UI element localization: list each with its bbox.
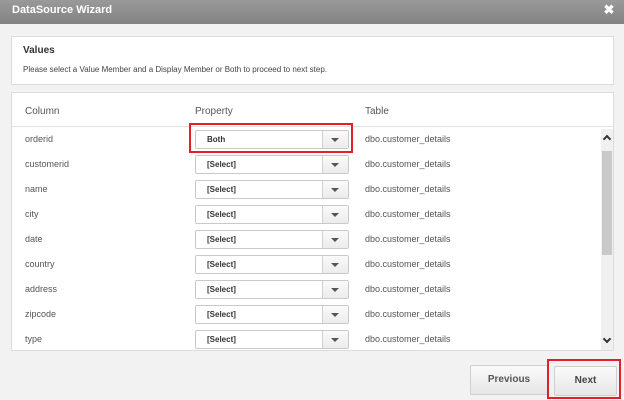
property-select-value: [Select] [207,335,236,344]
chevron-up-icon [602,134,612,144]
property-select-value: [Select] [207,285,236,294]
section-heading: Values [23,45,55,56]
row-column-name: name [25,184,48,194]
dropdown-button[interactable] [322,281,348,298]
property-select-value: [Select] [207,235,236,244]
property-select[interactable]: [Select] [195,305,349,324]
section-description: Please select a Value Member and a Displ… [23,65,328,74]
table-header: Table [365,106,389,117]
row-table-name: dbo.customer_details [365,334,451,344]
vertical-scrollbar[interactable] [601,129,613,350]
chevron-down-icon [331,263,339,267]
property-select[interactable]: [Select] [195,155,349,174]
row-table-name: dbo.customer_details [365,309,451,319]
chevron-down-icon [602,334,612,344]
dropdown-button[interactable] [322,206,348,223]
property-select-value: [Select] [207,210,236,219]
row-column-name: zipcode [25,309,57,319]
dropdown-button[interactable] [322,256,348,273]
chevron-down-icon [331,138,339,142]
property-select[interactable]: [Select] [195,280,349,299]
property-select[interactable]: [Select] [195,255,349,274]
row-table-name: dbo.customer_details [365,134,451,144]
chevron-down-icon [331,163,339,167]
values-info-panel: Values Please select a Value Member and … [11,36,614,85]
row-table-name: dbo.customer_details [365,184,451,194]
property-select[interactable]: [Select] [195,330,349,349]
row-column-name: customerid [25,159,70,169]
title-bar: DataSource Wizard ✖ [0,0,624,24]
property-select[interactable]: Both [195,130,349,149]
dropdown-button[interactable] [322,306,348,323]
scroll-down-button[interactable] [601,334,613,348]
property-select-value: Both [207,135,226,144]
column-header: Column [25,106,60,117]
row-table-name: dbo.customer_details [365,234,451,244]
row-column-name: address [25,284,58,294]
property-select-value: [Select] [207,310,236,319]
row-column-name: country [25,259,55,269]
previous-button[interactable]: Previous [470,365,548,395]
chevron-down-icon [331,313,339,317]
dropdown-button[interactable] [322,181,348,198]
row-table-name: dbo.customer_details [365,209,451,219]
header-divider [12,126,613,127]
mapping-grid: Column Property Table orderid Both dbo.c… [11,92,614,351]
chevron-down-icon [331,338,339,342]
chevron-down-icon [331,288,339,292]
close-icon[interactable]: ✖ [602,3,616,17]
row-column-name: orderid [25,134,54,144]
dropdown-button[interactable] [322,156,348,173]
property-select[interactable]: [Select] [195,230,349,249]
scrollbar-thumb[interactable] [602,151,612,255]
dropdown-button[interactable] [322,231,348,248]
next-button[interactable]: Next [554,366,617,396]
row-column-name: city [25,209,39,219]
chevron-down-icon [331,188,339,192]
window-title: DataSource Wizard [12,4,113,16]
property-header: Property [195,106,233,117]
property-select[interactable]: [Select] [195,205,349,224]
chevron-down-icon [331,238,339,242]
property-select-value: [Select] [207,260,236,269]
property-select-value: [Select] [207,185,236,194]
row-table-name: dbo.customer_details [365,159,451,169]
chevron-down-icon [331,213,339,217]
scroll-up-button[interactable] [601,131,613,145]
row-table-name: dbo.customer_details [365,284,451,294]
row-column-name: date [25,234,43,244]
row-table-name: dbo.customer_details [365,259,451,269]
property-select[interactable]: [Select] [195,180,349,199]
dropdown-button[interactable] [322,131,348,148]
dropdown-button[interactable] [322,331,348,348]
property-select-value: [Select] [207,160,236,169]
row-column-name: type [25,334,43,344]
